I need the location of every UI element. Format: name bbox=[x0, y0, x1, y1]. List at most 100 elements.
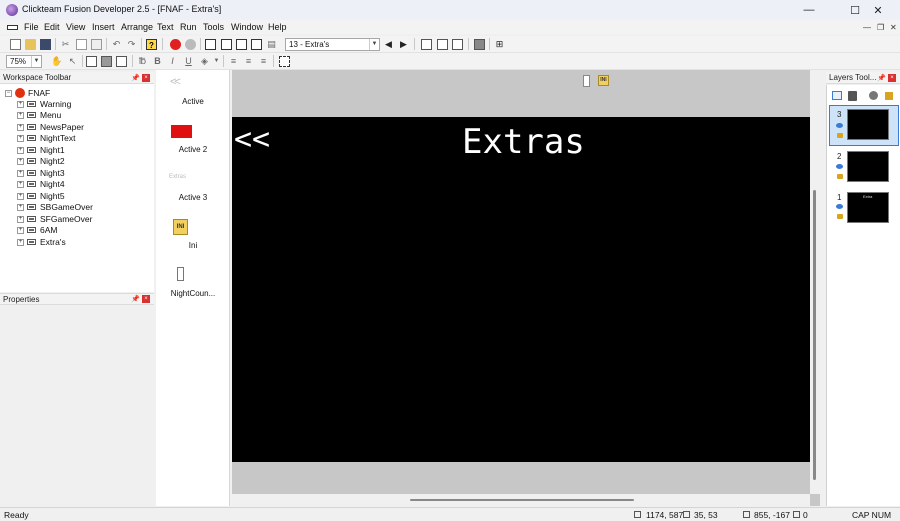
tree-frame-6am[interactable]: 6AM bbox=[40, 225, 57, 236]
close-icon[interactable]: × bbox=[142, 295, 150, 303]
expand-icon[interactable]: + bbox=[17, 239, 24, 246]
storyboard-editor-icon[interactable] bbox=[205, 39, 216, 50]
insert-frame-icon[interactable] bbox=[421, 39, 432, 50]
delete-layer-icon[interactable] bbox=[848, 91, 857, 101]
red-rectangle-icon[interactable] bbox=[171, 125, 192, 138]
back-button-text[interactable]: << bbox=[234, 122, 270, 158]
align-right-icon[interactable]: ≡ bbox=[258, 56, 269, 67]
ini-object-icon[interactable]: INI bbox=[598, 75, 609, 86]
expand-icon[interactable]: + bbox=[17, 158, 24, 165]
close-button[interactable]: ✕ bbox=[856, 0, 900, 20]
save-icon[interactable] bbox=[40, 39, 51, 50]
new-file-icon[interactable] bbox=[10, 39, 21, 50]
copy-icon[interactable] bbox=[76, 39, 87, 50]
object-label[interactable]: Ini bbox=[156, 241, 230, 250]
extras-title-text[interactable]: Extras bbox=[462, 122, 585, 162]
layer-thumbnail[interactable] bbox=[847, 109, 889, 140]
tree-frame-warning[interactable]: Warning bbox=[40, 99, 71, 110]
vertical-scrollbar[interactable] bbox=[810, 70, 820, 494]
text-box-icon[interactable] bbox=[86, 56, 97, 67]
frame-canvas[interactable] bbox=[232, 117, 810, 462]
lock-layer-icon[interactable] bbox=[885, 92, 893, 100]
align-center-icon[interactable]: ≡ bbox=[243, 56, 254, 67]
tree-root[interactable]: FNAF bbox=[28, 88, 50, 99]
expand-icon[interactable]: + bbox=[17, 181, 24, 188]
menu-file[interactable]: File bbox=[24, 22, 39, 32]
expand-icon[interactable]: + bbox=[17, 193, 24, 200]
next-frame-icon[interactable]: ▶ bbox=[398, 39, 409, 50]
stop-icon[interactable] bbox=[170, 39, 181, 50]
mdi-close-button[interactable]: ✕ bbox=[890, 23, 897, 32]
ini-file-icon[interactable]: INI bbox=[173, 219, 188, 235]
menu-text[interactable]: Text bbox=[157, 22, 174, 32]
border-icon[interactable] bbox=[116, 56, 127, 67]
object-label[interactable]: Active 3 bbox=[156, 193, 230, 202]
menu-tools[interactable]: Tools bbox=[203, 22, 224, 32]
expand-icon[interactable]: + bbox=[17, 216, 24, 223]
expand-icon[interactable]: + bbox=[17, 112, 24, 119]
tree-frame-night1[interactable]: Night1 bbox=[40, 145, 65, 156]
expand-icon[interactable]: + bbox=[17, 147, 24, 154]
counter-icon[interactable] bbox=[177, 267, 184, 281]
vertical-scroll-thumb[interactable] bbox=[813, 190, 816, 480]
menu-edit[interactable]: Edit bbox=[44, 22, 60, 32]
help-icon[interactable]: ? bbox=[146, 39, 157, 50]
back-arrows-icon[interactable]: << bbox=[170, 76, 181, 88]
chevron-down-icon[interactable]: ▼ bbox=[369, 39, 379, 50]
lock-icon[interactable] bbox=[837, 174, 843, 179]
fill-icon[interactable] bbox=[101, 56, 112, 67]
pin-icon[interactable]: 📌 bbox=[131, 74, 140, 82]
menu-arrange[interactable]: Arrange bbox=[121, 22, 153, 32]
data-elements-icon[interactable]: ▤ bbox=[266, 39, 277, 50]
object-label[interactable]: Active bbox=[156, 97, 230, 106]
tree-frame-sfgameover[interactable]: SFGameOver bbox=[40, 214, 92, 225]
pin-icon[interactable]: 📌 bbox=[131, 295, 140, 303]
previous-frame-icon[interactable]: ◀ bbox=[383, 39, 394, 50]
tree-frame-newspaper[interactable]: NewsPaper bbox=[40, 122, 84, 133]
chevron-down-icon[interactable]: ▼ bbox=[31, 56, 41, 67]
pointer-icon[interactable]: ↖ bbox=[67, 56, 78, 67]
chevron-down-icon[interactable]: ▼ bbox=[211, 56, 222, 67]
mdi-minimize-button[interactable]: — bbox=[863, 23, 871, 32]
frame-properties-icon[interactable] bbox=[437, 39, 448, 50]
font-icon[interactable]: ℔ bbox=[137, 56, 148, 67]
extras-text-icon[interactable]: Extras bbox=[169, 174, 186, 180]
tree-frame-night3[interactable]: Night3 bbox=[40, 168, 65, 179]
expand-icon[interactable]: + bbox=[17, 135, 24, 142]
expand-icon[interactable]: + bbox=[17, 101, 24, 108]
underline-button[interactable]: U bbox=[183, 56, 194, 67]
menu-help[interactable]: Help bbox=[268, 22, 287, 32]
align-left-icon[interactable]: ≡ bbox=[228, 56, 239, 67]
zoom-selector[interactable]: 75% ▼ bbox=[6, 55, 42, 68]
lock-icon[interactable] bbox=[837, 133, 843, 138]
close-icon[interactable]: × bbox=[888, 74, 896, 82]
mdi-restore-button[interactable]: ❐ bbox=[877, 23, 884, 32]
text-color-icon[interactable]: ◈ bbox=[199, 56, 210, 67]
horizontal-scroll-thumb[interactable] bbox=[410, 499, 634, 501]
close-icon[interactable]: × bbox=[142, 74, 150, 82]
tree-frame-night2[interactable]: Night2 bbox=[40, 156, 65, 167]
snap-icon[interactable] bbox=[279, 56, 290, 67]
eye-icon[interactable] bbox=[836, 123, 843, 128]
open-folder-icon[interactable] bbox=[25, 39, 36, 50]
resize-frame-icon[interactable] bbox=[452, 39, 463, 50]
lock-icon[interactable] bbox=[837, 214, 843, 219]
layer-thumbnail[interactable] bbox=[847, 151, 889, 182]
cut-icon[interactable]: ✂ bbox=[60, 39, 71, 50]
event-editor-icon[interactable] bbox=[236, 39, 247, 50]
frame-editor-icon[interactable] bbox=[221, 39, 232, 50]
tree-frame-night4[interactable]: Night4 bbox=[40, 179, 65, 190]
menu-run[interactable]: Run bbox=[180, 22, 197, 32]
tree-frame-extras[interactable]: Extra's bbox=[40, 237, 66, 248]
layer-settings-icon[interactable] bbox=[869, 91, 878, 100]
expand-icon[interactable]: + bbox=[17, 204, 24, 211]
horizontal-scrollbar[interactable] bbox=[232, 494, 810, 506]
pin-icon[interactable]: 📌 bbox=[877, 74, 886, 82]
event-list-editor-icon[interactable] bbox=[251, 39, 262, 50]
tree-frame-night5[interactable]: Night5 bbox=[40, 191, 65, 202]
layer-thumbnail[interactable]: Extra bbox=[847, 192, 889, 223]
paste-icon[interactable] bbox=[91, 39, 102, 50]
hand-icon[interactable]: ✋ bbox=[51, 56, 62, 67]
run-icon[interactable] bbox=[185, 39, 196, 50]
object-label[interactable]: NightCoun... bbox=[156, 289, 230, 298]
